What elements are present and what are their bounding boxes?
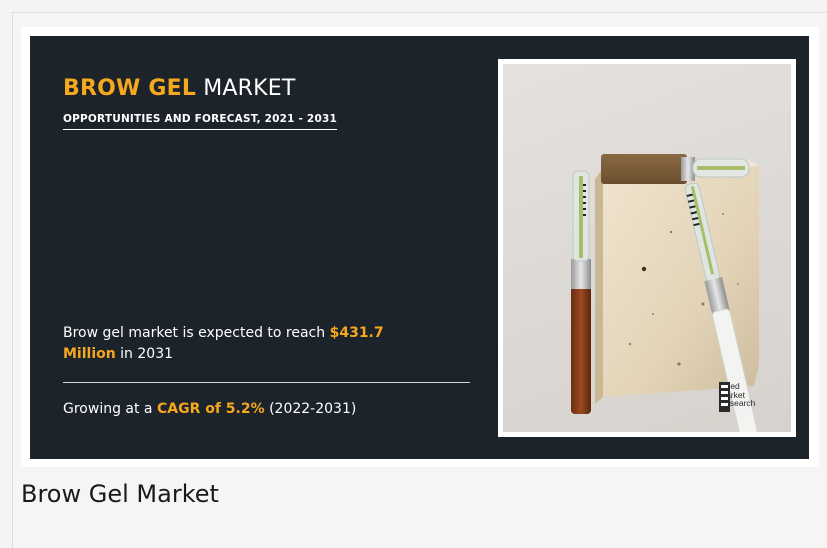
- allied-market-research-logo: Allied Market Research: [719, 382, 755, 412]
- cagr-statement: Growing at a CAGR of 5.2% (2022-2031): [63, 399, 356, 420]
- product-illustration: [571, 154, 759, 432]
- stat1-suffix: in 2031: [115, 346, 174, 362]
- product-photo: Allied Market Research: [503, 64, 791, 432]
- stat2-suffix: (2022-2031): [264, 401, 357, 417]
- title-highlight: BROW GEL: [63, 76, 197, 101]
- logo-mark-icon: [719, 382, 730, 412]
- banner-title: BROW GEL MARKET: [63, 76, 296, 101]
- title-rest: MARKET: [196, 76, 296, 101]
- market-size-statement: Brow gel market is expected to reach $43…: [63, 323, 433, 365]
- divider: [63, 382, 470, 383]
- product-photo-frame: Allied Market Research: [498, 59, 796, 437]
- stat1-prefix: Brow gel market is expected to reach: [63, 325, 330, 341]
- banner-subtitle: OPPORTUNITIES AND FORECAST, 2021 - 2031: [63, 113, 337, 130]
- market-banner: BROW GEL MARKET OPPORTUNITIES AND FORECA…: [30, 36, 809, 459]
- cagr-value: CAGR of 5.2%: [156, 401, 265, 417]
- stat2-prefix: Growing at a: [63, 401, 157, 417]
- figure-caption: Brow Gel Market: [21, 480, 219, 508]
